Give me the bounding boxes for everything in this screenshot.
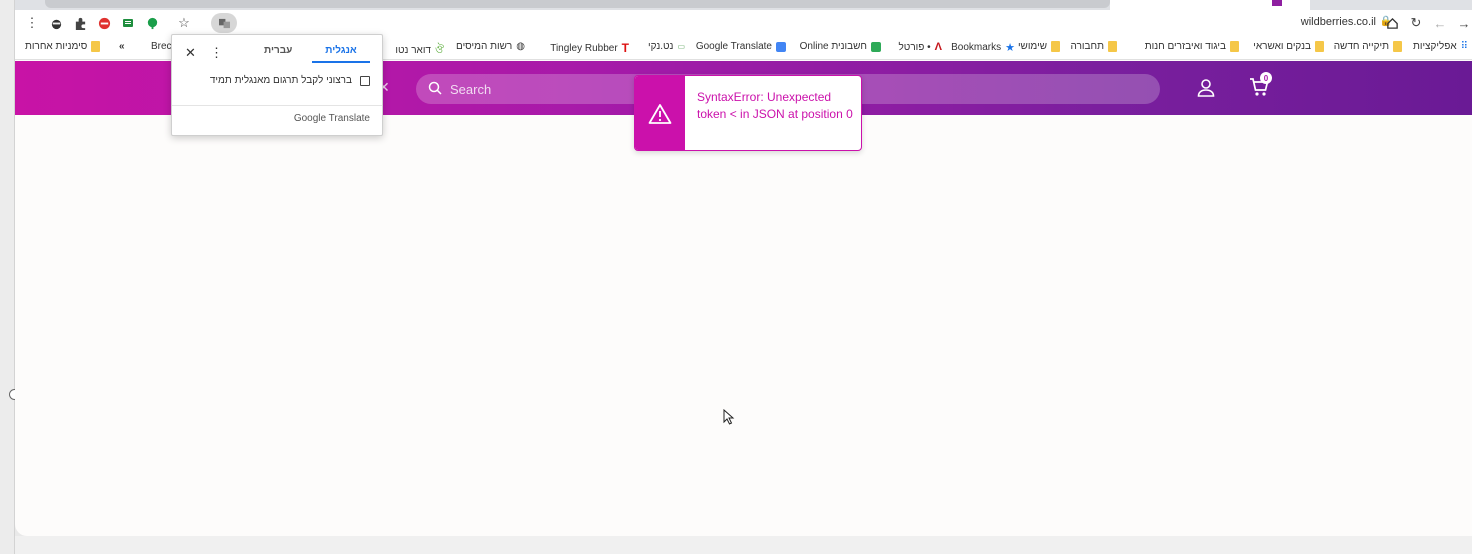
green-logo-icon <box>871 41 881 52</box>
menu-kebab-icon[interactable]: ⋮ <box>23 14 41 32</box>
bookmark-label: תחבורה <box>1070 41 1104 52</box>
forward-arrow-icon[interactable]: ← <box>1431 14 1449 32</box>
leaf-icon: ঔ <box>434 44 444 56</box>
warning-triangle-icon <box>648 104 672 124</box>
bookmark-apps[interactable]: ⠿ אפליקציות <box>1413 41 1468 52</box>
folder-icon <box>1051 41 1060 52</box>
home-icon[interactable] <box>1383 14 1401 32</box>
bookmark-star-icon[interactable]: ☆ <box>175 14 193 32</box>
bookmark-label: בנקים ואשראי <box>1253 41 1311 52</box>
bookmark-google-translate[interactable]: Google Translate <box>696 41 786 52</box>
bookmark-new-folder[interactable]: תיקייה חדשה <box>1334 41 1402 52</box>
bookmark-transport[interactable]: תחבורה <box>1071 41 1117 52</box>
bookmark-tax-authority[interactable]: ◍ רשות המיסים <box>456 41 525 52</box>
adblock-icon[interactable] <box>95 14 113 32</box>
translate-popup: ✕ ⋮ עברית אנגלית ברצוני לקבל תרגום מאנגל… <box>171 34 383 136</box>
red-logo-icon: Λ <box>934 41 942 53</box>
bookmark-label: נט.נקי <box>648 41 674 52</box>
translate-page-button[interactable] <box>211 13 237 33</box>
error-toast[interactable]: SyntaxError: Unexpected token < in JSON … <box>634 75 862 151</box>
cart-count-badge: 0 <box>1260 72 1272 84</box>
extensions-puzzle-icon[interactable] <box>71 14 89 32</box>
address-url[interactable]: wildberries.co.il <box>1301 16 1376 28</box>
left-rail <box>0 0 20 554</box>
reload-icon[interactable]: ↻ <box>1407 14 1425 32</box>
bookmark-label: רשות המיסים <box>455 41 513 52</box>
tab-background[interactable] <box>45 0 1110 8</box>
always-translate-checkbox[interactable] <box>360 75 370 86</box>
bookmark-label: שימושי <box>1017 41 1047 52</box>
bookmark-doar-neto[interactable]: ঔ דואר נטו <box>395 41 444 60</box>
browser-window: ⋮ ☆ wildberries.co.il 🔒 ↻ ← → ⠿ אפליקציו… <box>15 0 1472 536</box>
bookmark-label: • פורטל <box>898 41 931 53</box>
folder-icon <box>1108 41 1117 52</box>
bookmark-label: » <box>119 41 125 52</box>
bookmark-useful[interactable]: שימושי <box>1018 41 1060 52</box>
bookmark-label: דואר נטו <box>395 45 431 56</box>
folder-icon <box>91 41 101 52</box>
bookmark-label: חשבונית Online <box>799 41 867 52</box>
browser-toolbar: ⋮ ☆ wildberries.co.il 🔒 ↻ ← → <box>15 10 1472 36</box>
bookmark-banks[interactable]: בנקים ואשראי <box>1253 41 1324 52</box>
bottom-strip <box>15 536 1472 554</box>
t-logo-icon: T <box>621 41 629 55</box>
star-icon: ★ <box>1005 42 1015 54</box>
globe-icon: ◍ <box>516 41 525 52</box>
bookmark-label: ביגוד ואיבזרים חנות <box>1144 41 1226 52</box>
always-translate-label: ברצוני לקבל תרגום מאנגלית תמיד <box>209 75 352 86</box>
toast-icon-panel <box>635 76 685 150</box>
search-icon <box>428 81 442 95</box>
tab-hebrew[interactable]: עברית <box>264 45 292 56</box>
bookmark-clothing[interactable]: ביגוד ואיבזרים חנות <box>1145 41 1239 52</box>
flag-icon: ▭ <box>677 42 685 51</box>
folder-icon <box>1315 41 1324 52</box>
user-icon[interactable] <box>1196 78 1216 98</box>
more-options-icon[interactable]: ⋮ <box>210 45 223 61</box>
bookmarks-overflow-chevron[interactable]: » <box>119 41 125 52</box>
apps-grid-icon: ⠿ <box>1460 41 1468 52</box>
google-translate-brand: Google Translate <box>293 113 370 124</box>
bookmark-label: סימניות אחרות <box>25 41 88 52</box>
bookmark-other[interactable]: סימניות אחרות <box>25 41 101 52</box>
bookmark-label: Bookmarks <box>951 42 1002 53</box>
tab-favicon <box>1272 0 1282 6</box>
bookmark-invoice[interactable]: חשבונית Online <box>800 41 881 52</box>
sheets-extension-icon[interactable] <box>119 14 137 32</box>
bookmark-label: אפליקציות <box>1412 41 1457 52</box>
bookmark-tingley[interactable]: T Tingley Rubber <box>550 41 629 55</box>
tab-strip <box>15 0 1472 10</box>
extension-ninja-icon[interactable] <box>47 14 65 32</box>
translate-icon <box>776 41 786 52</box>
bookmark-netnaki[interactable]: ▭ נט.נקי <box>648 41 685 52</box>
tab-english[interactable]: אנגלית <box>312 45 370 63</box>
green-leaf-extension-icon[interactable] <box>143 14 161 32</box>
bookmark-label: Google Translate <box>695 41 772 52</box>
divider <box>172 105 382 106</box>
folder-icon <box>1393 41 1402 52</box>
back-arrow-icon[interactable]: → <box>1455 14 1472 32</box>
toast-message: SyntaxError: Unexpected token < in JSON … <box>697 90 853 121</box>
mouse-cursor-icon <box>723 409 735 425</box>
close-icon[interactable]: ✕ <box>185 45 196 61</box>
folder-icon <box>1230 41 1239 52</box>
bookmark-bookmarks[interactable]: ★ Bookmarks <box>951 41 1015 54</box>
bookmark-portal[interactable]: Λ • פורטל <box>899 41 943 53</box>
bookmark-label: תיקייה חדשה <box>1333 41 1389 52</box>
bookmark-label: Tingley Rubber <box>550 42 618 54</box>
always-translate-row[interactable]: ברצוני לקבל תרגום מאנגלית תמיד <box>210 75 370 86</box>
